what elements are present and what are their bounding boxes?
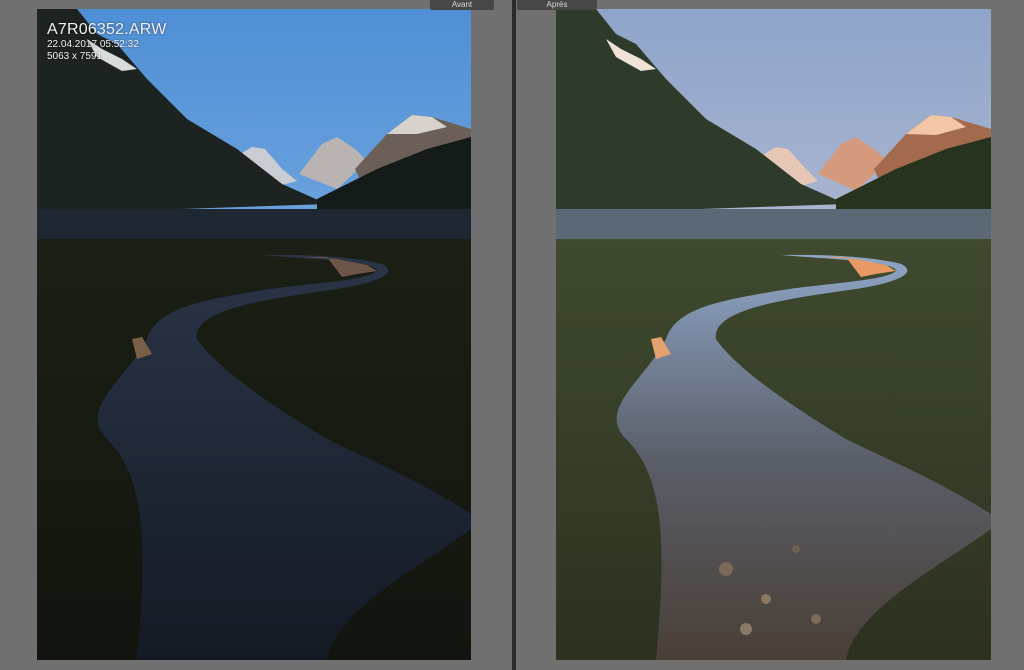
after-photo-image bbox=[556, 9, 991, 660]
photo-filename: A7R06352.ARW bbox=[47, 21, 167, 38]
before-photo-image bbox=[37, 9, 471, 660]
before-photo[interactable]: A7R06352.ARW 22.04.2017 05:52:32 5063 x … bbox=[37, 9, 471, 660]
after-label: Après bbox=[517, 0, 597, 10]
after-photo[interactable] bbox=[556, 9, 991, 660]
after-pane bbox=[516, 0, 1024, 670]
photo-dimensions: 5063 x 7591 bbox=[47, 51, 103, 62]
before-pane: A7R06352.ARW 22.04.2017 05:52:32 5063 x … bbox=[0, 0, 512, 670]
photo-metadata-overlay: A7R06352.ARW 22.04.2017 05:52:32 5063 x … bbox=[47, 21, 167, 63]
before-label: Avant bbox=[430, 0, 494, 10]
photo-datetime: 22.04.2017 05:52:32 bbox=[47, 39, 139, 50]
